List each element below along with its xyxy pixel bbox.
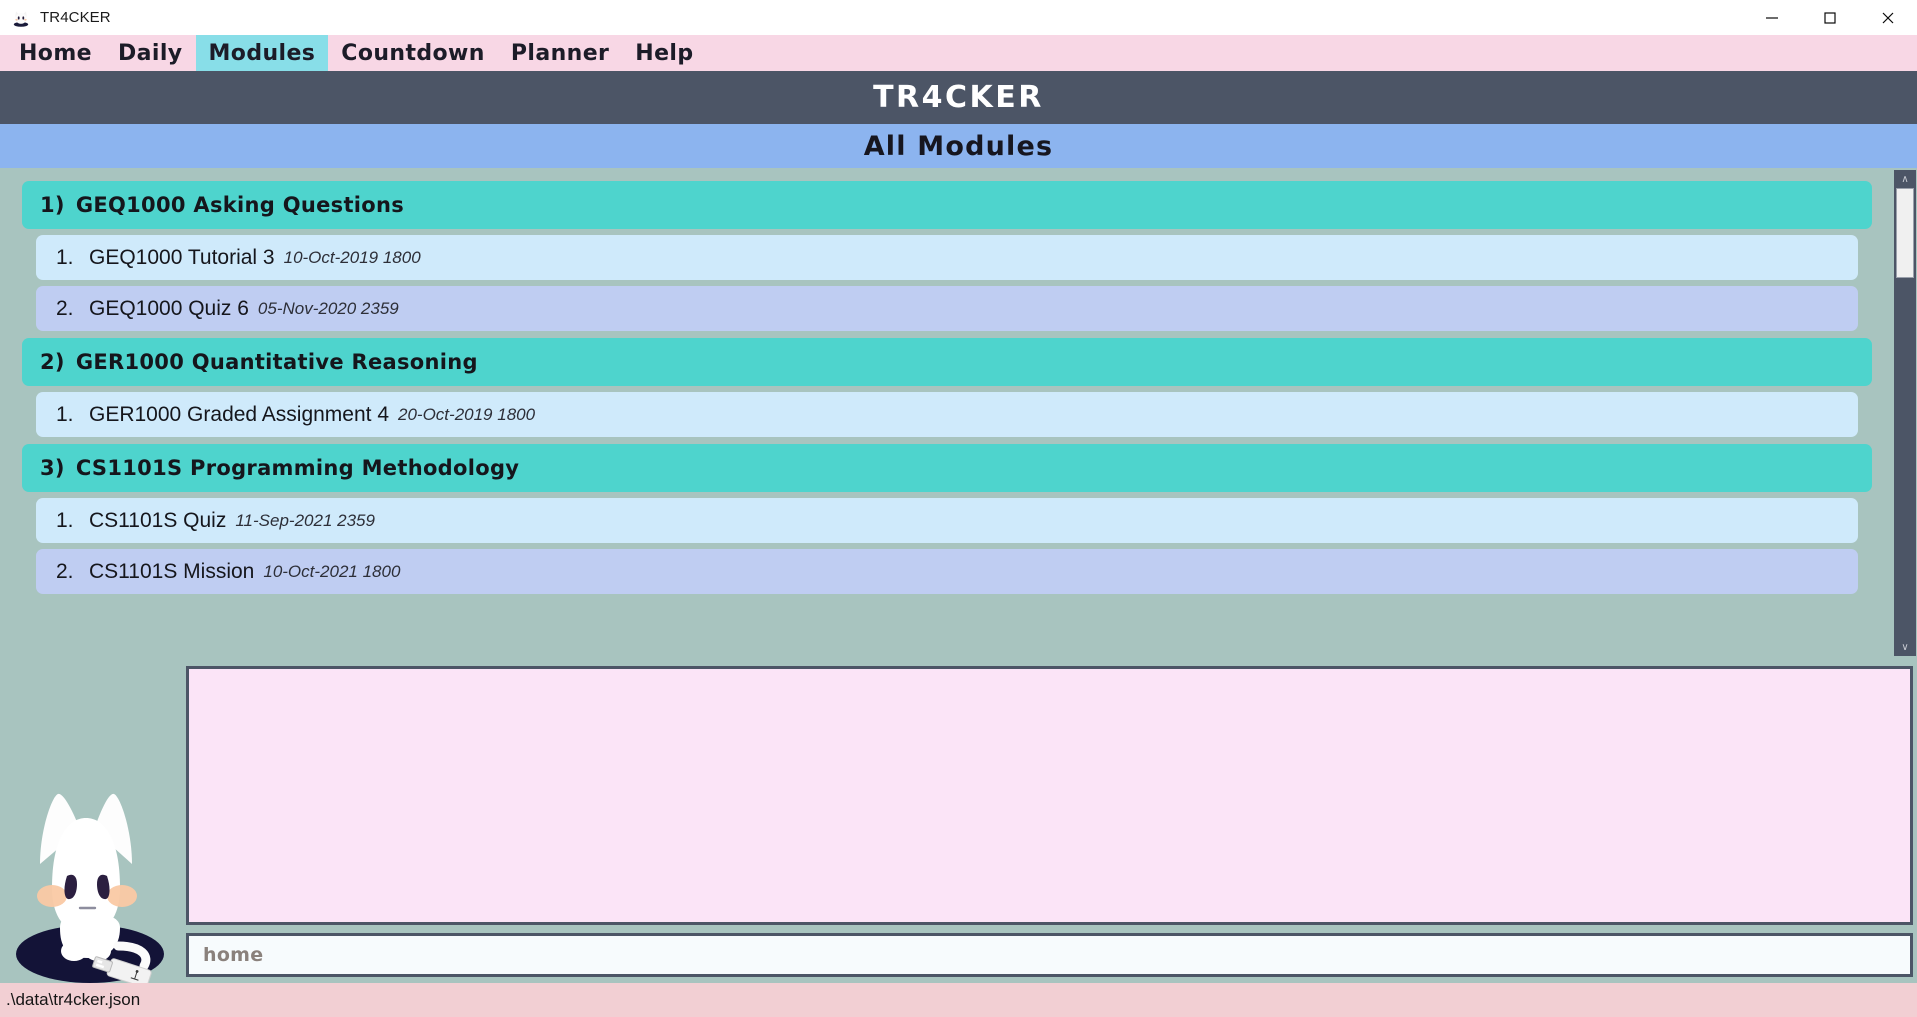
scroll-up-icon[interactable]: ∧ — [1894, 170, 1916, 188]
task-date: 20-Oct-2019 1800 — [398, 404, 536, 424]
task-number: 1. — [56, 508, 74, 532]
command-input-placeholder: home — [203, 944, 264, 966]
title-bar-left: TR4CKER — [0, 8, 111, 28]
module-list: 1) GEQ1000 Asking Questions 1. GEQ1000 T… — [0, 168, 1894, 658]
module-list-scrollbar[interactable]: ∧ ∨ — [1894, 170, 1916, 656]
task-row[interactable]: 2. GEQ1000 Quiz 6 05-Nov-2020 2359 — [36, 286, 1858, 331]
task-name: GEQ1000 Quiz 6 — [89, 296, 249, 320]
task-row[interactable]: 1. GER1000 Graded Assignment 4 20-Oct-20… — [36, 392, 1858, 437]
task-name: CS1101S Mission — [89, 559, 255, 583]
module-name: GER1000 Quantitative Reasoning — [75, 350, 478, 374]
task-name: GER1000 Graded Assignment 4 — [89, 402, 390, 426]
menu-item-help-label: Help — [635, 40, 694, 66]
menu-item-daily[interactable]: Daily — [105, 35, 196, 71]
mascot-pane — [0, 658, 186, 983]
task-date: 10-Oct-2021 1800 — [263, 561, 401, 581]
status-bar-path: .\data\tr4cker.json — [6, 990, 141, 1009]
task-number: 1. — [56, 245, 74, 269]
module-index: 2) — [40, 350, 65, 374]
menu-item-modules[interactable]: Modules — [195, 35, 329, 71]
page-subheader-band: All Modules — [0, 124, 1917, 168]
module-header[interactable]: 1) GEQ1000 Asking Questions — [22, 181, 1872, 229]
console-pane: home — [186, 658, 1917, 983]
output-display — [186, 666, 1913, 925]
module-name: GEQ1000 Asking Questions — [75, 193, 405, 217]
menu-item-planner-label: Planner — [510, 40, 610, 66]
menu-item-countdown-label: Countdown — [341, 40, 485, 66]
menu-item-modules-label: Modules — [208, 40, 316, 66]
cat-icon — [11, 8, 31, 28]
menu-item-daily-label: Daily — [117, 40, 183, 66]
scroll-down-icon[interactable]: ∨ — [1894, 638, 1916, 656]
window-controls — [1743, 0, 1917, 35]
menu-bar: Home Daily Modules Countdown Planner Hel… — [0, 35, 1917, 71]
module-name: CS1101S Programming Methodology — [75, 456, 520, 480]
menu-item-home-label: Home — [19, 40, 92, 66]
title-bar: TR4CKER — [0, 0, 1917, 35]
status-bar: .\data\tr4cker.json — [0, 983, 1917, 1017]
task-name: GEQ1000 Tutorial 3 — [89, 245, 275, 269]
window-title: TR4CKER — [40, 9, 111, 26]
module-index: 3) — [40, 456, 65, 480]
task-date: 11-Sep-2021 2359 — [235, 510, 375, 530]
bottom-area: home — [0, 658, 1917, 983]
module-header[interactable]: 3) CS1101S Programming Methodology — [22, 444, 1872, 492]
task-row[interactable]: 2. CS1101S Mission 10-Oct-2021 1800 — [36, 549, 1858, 594]
minimize-button[interactable] — [1743, 0, 1801, 35]
menu-item-planner[interactable]: Planner — [498, 35, 622, 71]
module-index: 1) — [40, 193, 65, 217]
module-list-area: 1) GEQ1000 Asking Questions 1. GEQ1000 T… — [0, 168, 1917, 658]
close-button[interactable] — [1859, 0, 1917, 35]
menu-item-home[interactable]: Home — [6, 35, 105, 71]
menu-item-help[interactable]: Help — [622, 35, 706, 71]
task-name: CS1101S Quiz — [89, 508, 227, 532]
maximize-button[interactable] — [1801, 0, 1859, 35]
task-number: 2. — [56, 559, 74, 583]
command-input[interactable]: home — [186, 933, 1913, 977]
scrollbar-track[interactable] — [1894, 188, 1916, 638]
app-header-band: TR4CKER — [0, 71, 1917, 124]
task-row[interactable]: 1. CS1101S Quiz 11-Sep-2021 2359 — [36, 498, 1858, 543]
task-row[interactable]: 1. GEQ1000 Tutorial 3 10-Oct-2019 1800 — [36, 235, 1858, 280]
app-brand-title: TR4CKER — [873, 80, 1044, 115]
task-date: 10-Oct-2019 1800 — [283, 247, 421, 267]
app-window: TR4CKER Home Daily Modules Countdown Pla… — [0, 0, 1917, 1017]
task-date: 05-Nov-2020 2359 — [257, 298, 399, 318]
cat-mascot-icon — [16, 793, 164, 983]
task-number: 2. — [56, 296, 74, 320]
task-number: 1. — [56, 402, 74, 426]
menu-item-countdown[interactable]: Countdown — [328, 35, 498, 71]
scrollbar-thumb[interactable] — [1896, 188, 1914, 278]
module-header[interactable]: 2) GER1000 Quantitative Reasoning — [22, 338, 1872, 386]
page-title: All Modules — [863, 130, 1054, 162]
